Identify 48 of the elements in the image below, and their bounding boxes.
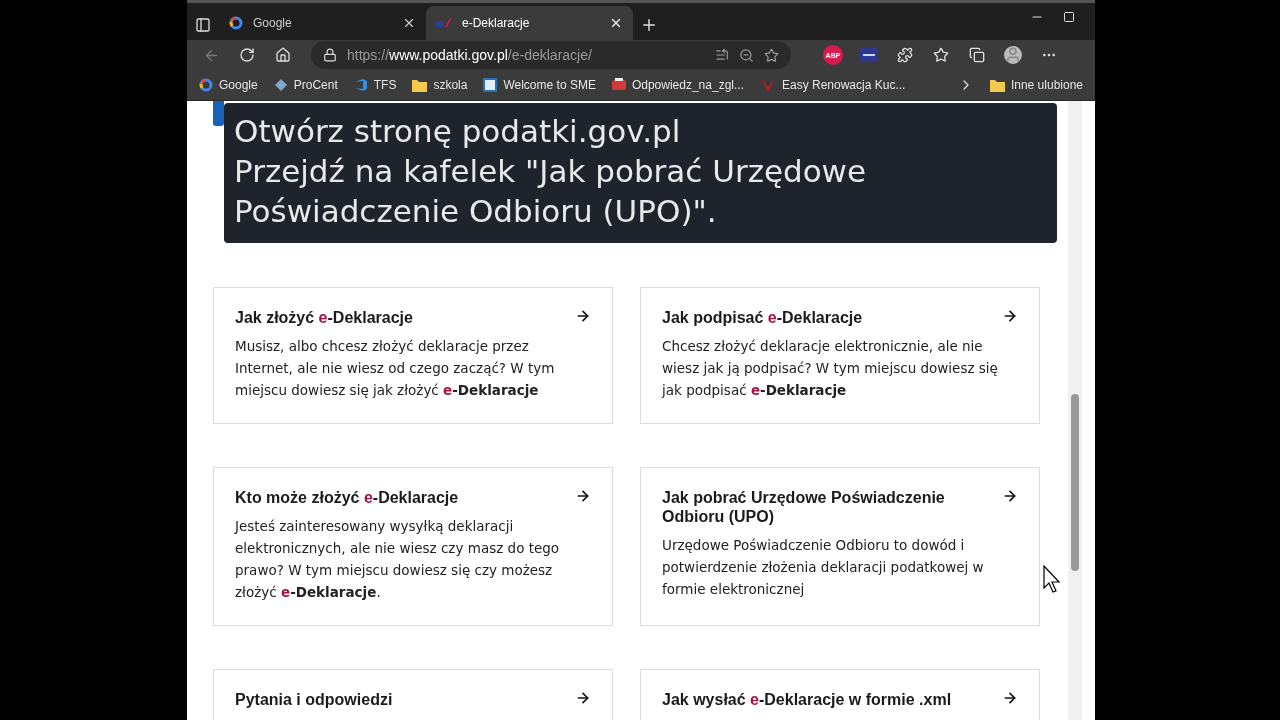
info-card[interactable]: Jak złożyć e-Deklaracje Musisz, albo chcesz złożyć deklaracje przez Internet, ale nie wiesz od czego zacząć? W tym miejscu dowiesz się jak złożyć e-Deklaracje [213, 287, 613, 424]
bookmark-link[interactable]: szkola [412, 78, 468, 92]
card-title: Jak wysłać e-Deklaracje w formie .xml [662, 690, 952, 709]
bookmark-link[interactable]: Google [199, 78, 258, 92]
cursor-icon [1043, 565, 1061, 593]
address-field[interactable]: https://www.podatki.gov.pl/e-deklaracje/ [311, 41, 791, 69]
bookmark-folder[interactable]: Inne ulubione [989, 78, 1083, 92]
arrow-icon [1002, 690, 1018, 706]
lock-icon [323, 48, 337, 62]
card-title: Jak podpisać e-Deklaracje [662, 308, 864, 327]
site-icon [436, 17, 452, 29]
pdf-icon [611, 78, 626, 92]
bookmark-link[interactable]: TFS [353, 78, 397, 92]
star-icon[interactable] [764, 47, 779, 63]
scrollbar[interactable] [1068, 101, 1082, 720]
app-icon [483, 78, 498, 92]
card-title: Kto może złożyć e-Deklaracje [235, 488, 460, 507]
browser-tab[interactable]: Google [219, 6, 426, 40]
extension-icon[interactable] [860, 48, 878, 62]
card-title: Jak złożyć e-Deklaracje [235, 308, 414, 327]
info-card[interactable]: Jak podpisać e-Deklaracje Chcesz złożyć deklaracje elektronicznie, ale nie wiesz jak ją podpisać? W tym miejscu dowiesz się jak podpisać e-Deklaracje [640, 287, 1040, 424]
bookmark-link[interactable]: Odpowiedz_na_zgl... [611, 78, 744, 92]
arrow-icon [575, 690, 591, 706]
card-description: Jesteś zainteresowany wysyłką deklaracji elektronicznych, ale nie wiesz czy masz do tego prawo? W tym miejscu dowiesz się czy możesz złożyć e-Deklaracje. [235, 517, 561, 602]
video-caption: Otwórz stronę podatki.gov.pl Przejdź na kafelek "Jak pobrać Urzędowe Poświadczenie Odbioru (UPO)". [224, 103, 1057, 243]
folder-icon [412, 78, 428, 92]
diamond-icon [273, 78, 288, 92]
google-icon [229, 16, 243, 30]
info-card[interactable]: Pytania i odpowiedzi [213, 669, 613, 720]
browser-tab[interactable]: e-Deklaracje [426, 6, 633, 40]
card-description: Musisz, albo chcesz złożyć deklaracje przez Internet, ale nie wiesz od czego zacząć? W tym miejscu dowiesz się jak złożyć e-Deklaracje [235, 337, 556, 400]
logo-icon [760, 78, 776, 92]
card-title: Pytania i odpowiedzi [235, 690, 394, 709]
bookmark-link[interactable]: Welcome to SME [483, 78, 596, 92]
tfs-icon [353, 78, 368, 92]
bookmark-link[interactable]: Easy Renowacja Kuc... [760, 78, 906, 92]
info-card[interactable]: Jak wysłać e-Deklaracje w formie .xml [640, 669, 1040, 720]
close-icon[interactable] [609, 16, 623, 30]
card-description: Urzędowe Poświadczenie Odbioru to dowód i potwierdzenie złożenia deklaracji podatkowej w formie elektronicznej [662, 536, 985, 599]
card-description: Chcesz złożyć deklaracje elektronicznie, ale nie wiesz jak ją podpisać? W tym miejscu dowiesz się jak podpisać e-Deklaracje [662, 337, 999, 400]
info-card[interactable]: Kto może złożyć e-Deklaracje Jesteś zainteresowany wysyłką deklaracji elektronicznych, ale nie wiesz czy masz do tego prawo? W tym miejscu dowiesz się czy możesz złożyć e-Deklaracje. [213, 467, 613, 626]
folder-icon [989, 78, 1005, 92]
zoom-out-icon[interactable] [739, 47, 754, 63]
info-card[interactable]: Jak pobrać Urzędowe Poświadczenie Odbioru (UPO) Urzędowe Poświadczenie Odbioru to dowód i potwierdzenie złożenia deklaracji podatkowej w formie elektronicznej [640, 467, 1040, 626]
google-icon [199, 78, 213, 92]
close-icon[interactable] [402, 16, 416, 30]
card-title: Jak pobrać Urzędowe Poświadczenie Odbioru (UPO) [662, 488, 946, 526]
bookmark-link[interactable]: ProCent [273, 78, 338, 92]
